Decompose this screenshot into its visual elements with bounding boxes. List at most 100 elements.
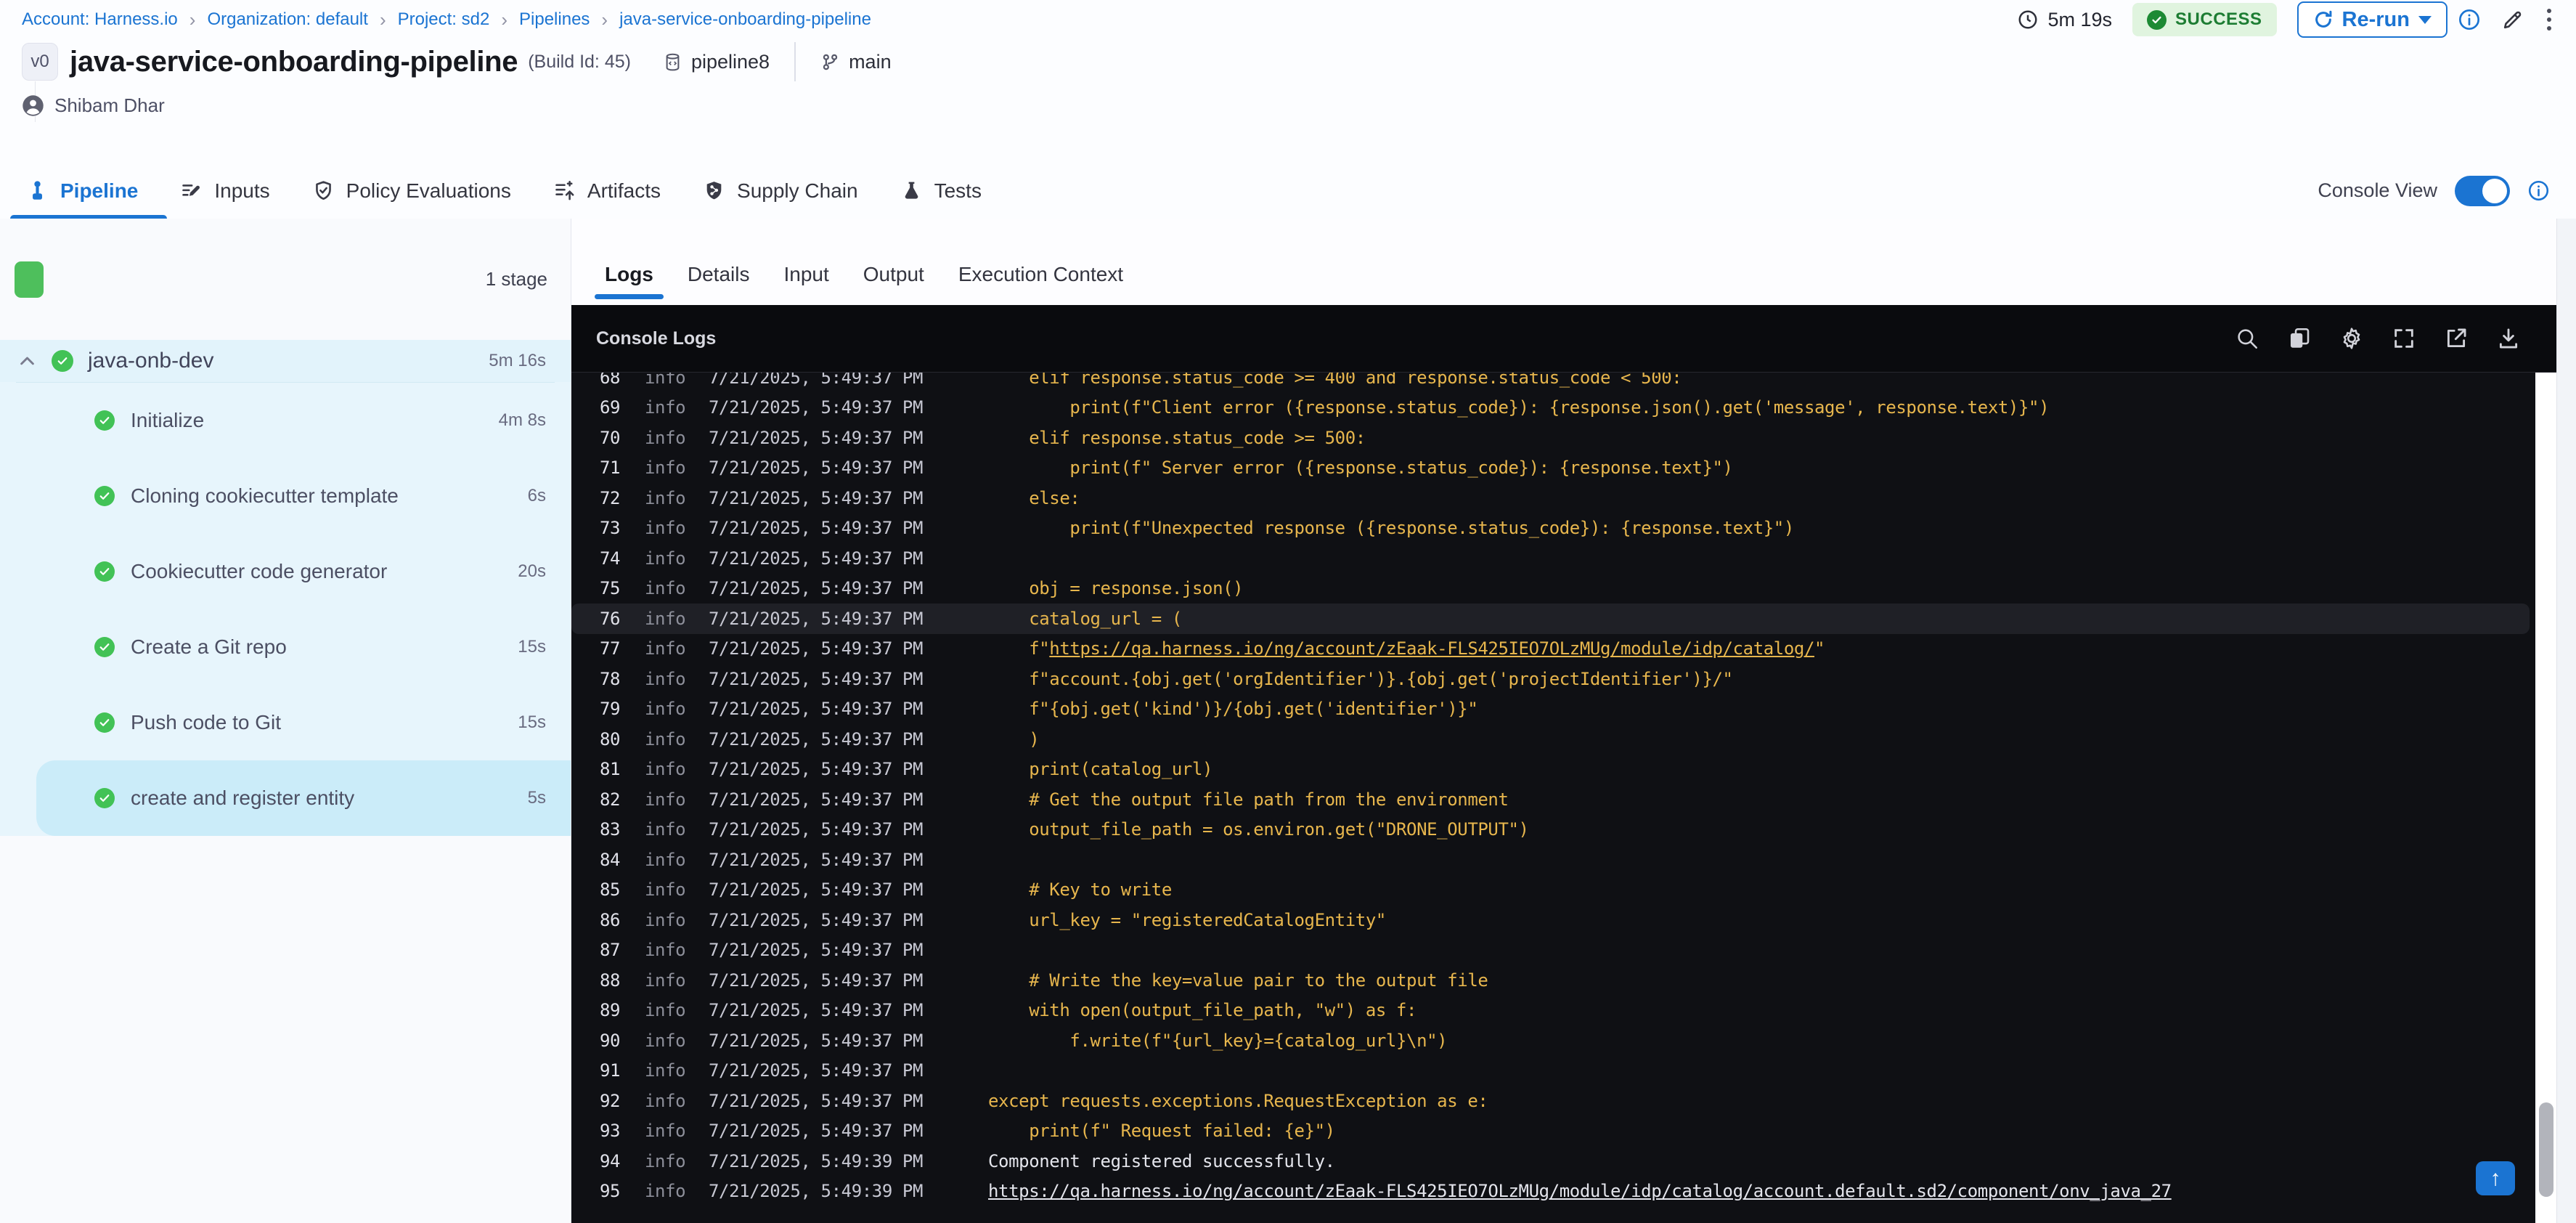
breadcrumb-link-pipelines[interactable]: Pipelines <box>519 9 590 30</box>
tab-supply-chain[interactable]: Supply Chain <box>703 163 858 219</box>
log-tab-details[interactable]: Details <box>688 263 750 305</box>
log-link[interactable]: https://qa.harness.io/ng/account/zEaak-F… <box>1049 638 1814 659</box>
tab-label: Inputs <box>214 179 270 202</box>
log-line-number: 76 <box>600 608 621 629</box>
log-text: ) <box>988 729 1039 749</box>
log-line: 75 info 7/21/2025, 5:49:37 PM obj = respon… <box>571 574 2530 604</box>
re-run-button[interactable]: Re-run <box>2296 1 2447 38</box>
step-duration: 15s <box>518 637 546 657</box>
log-line: 79 info 7/21/2025, 5:49:37 PM f"{obj.get('… <box>571 694 2530 725</box>
version-badge: v0 <box>22 43 58 81</box>
scroll-to-top-button[interactable]: ↑ <box>2476 1161 2515 1195</box>
title-row: v0 java-service-onboarding-pipeline (Bui… <box>22 38 892 86</box>
scrollbar-thumb[interactable] <box>2539 1102 2553 1197</box>
success-icon <box>94 561 115 582</box>
step-name: Initialize <box>131 409 205 431</box>
artifacts-icon <box>553 179 576 202</box>
log-text-segment: " <box>1814 638 1825 659</box>
tests-icon <box>900 179 923 202</box>
console-view-toggle[interactable] <box>2455 175 2510 206</box>
stage-name: java-onb-dev <box>88 349 214 373</box>
log-line-number: 72 <box>600 487 621 508</box>
more-options-icon[interactable] <box>2544 6 2554 33</box>
page-scrollbar[interactable] <box>2556 219 2576 1223</box>
log-timestamp: 7/21/2025, 5:49:37 PM <box>709 1030 924 1051</box>
branch-ref[interactable]: main <box>820 51 892 73</box>
step-item-create-a-git-repo[interactable]: Create a Git repo 15s <box>0 609 571 685</box>
step-duration: 6s <box>527 486 546 505</box>
log-line-number: 75 <box>600 578 621 599</box>
step-name: Cloning cookiecutter template <box>131 484 399 507</box>
chevron-up-icon[interactable] <box>17 352 37 371</box>
pipeline-ref[interactable]: pipeline8 <box>663 51 770 73</box>
info-icon[interactable] <box>2458 8 2481 31</box>
log-text: catalog_url = ( <box>988 609 1182 629</box>
stage-status-square <box>15 261 44 298</box>
log-text: print(f" Request failed: {e}") <box>988 1121 1335 1141</box>
log-level: info <box>645 373 686 388</box>
log-timestamp: 7/21/2025, 5:49:37 PM <box>709 668 924 689</box>
log-timestamp: 7/21/2025, 5:49:37 PM <box>709 819 924 840</box>
log-link[interactable]: https://qa.harness.io/ng/account/zEaak-F… <box>988 1181 2172 1201</box>
step-item-create-and-register-entity[interactable]: create and register entity 5s <box>36 760 571 836</box>
step-name: create and register entity <box>131 787 355 809</box>
settings-icon[interactable] <box>2339 326 2364 351</box>
step-item-initialize[interactable]: Initialize 4m 8s <box>0 383 571 458</box>
step-duration: 4m 8s <box>498 410 546 430</box>
console-logs-header: Console Logs <box>571 305 2557 373</box>
info-icon[interactable] <box>2527 179 2550 202</box>
console-view-label: Console View <box>2318 179 2437 201</box>
stage-duration: 5m 16s <box>489 351 546 370</box>
log-timestamp: 7/21/2025, 5:49:37 PM <box>709 608 924 629</box>
tab-pipeline[interactable]: Pipeline <box>9 163 168 220</box>
copy-icon[interactable] <box>2287 326 2312 351</box>
tab-policy-evaluations[interactable]: Policy Evaluations <box>312 163 511 219</box>
log-line: 76 info 7/21/2025, 5:49:37 PM catalog_url … <box>571 604 2530 634</box>
search-icon[interactable] <box>2235 326 2259 351</box>
tab-artifacts[interactable]: Artifacts <box>553 163 661 219</box>
log-timestamp: 7/21/2025, 5:49:37 PM <box>709 548 924 569</box>
tab-label: Supply Chain <box>737 179 858 202</box>
log-text: print(f"Unexpected response ({response.s… <box>988 518 1794 538</box>
log-text: print(catalog_url) <box>988 759 1212 779</box>
open-in-new-icon[interactable] <box>2444 326 2469 351</box>
step-details-panel: Logs Details Input Output Execution Context … <box>571 219 2557 1223</box>
author-name: Shibam Dhar <box>54 94 165 116</box>
log-level: info <box>645 728 686 749</box>
log-tab-output[interactable]: Output <box>863 263 924 305</box>
breadcrumb-link-java-service-onboarding-pipeline[interactable]: java-service-onboarding-pipeline <box>619 9 871 30</box>
log-level: info <box>645 1090 686 1111</box>
step-item-cloning-cookiecutter-template[interactable]: Cloning cookiecutter template 6s <box>0 458 571 534</box>
log-line-number: 92 <box>600 1090 621 1111</box>
log-level: info <box>645 940 686 961</box>
download-icon[interactable] <box>2496 326 2521 351</box>
breadcrumb: Account: Harness.io › Organization: defaul… <box>22 9 871 31</box>
log-timestamp: 7/21/2025, 5:49:37 PM <box>709 427 924 448</box>
tab-tests[interactable]: Tests <box>900 163 982 219</box>
log-line: 77 info 7/21/2025, 5:49:37 PM f"https://qa… <box>571 634 2530 665</box>
breadcrumb-link-project-sd2[interactable]: Project: sd2 <box>398 9 490 30</box>
step-item-cookiecutter-code-generator[interactable]: Cookiecutter code generator 20s <box>0 534 571 609</box>
log-tab-input[interactable]: Input <box>783 263 828 305</box>
stage-row-java-onb-dev[interactable]: java-onb-dev 5m 16s <box>0 340 571 382</box>
status-badge: SUCCESS <box>2132 3 2277 36</box>
step-item-push-code-to-git[interactable]: Push code to Git 15s <box>0 685 571 760</box>
tab-inputs[interactable]: Inputs <box>180 163 270 219</box>
log-timestamp: 7/21/2025, 5:49:39 PM <box>709 1150 924 1171</box>
edit-icon[interactable] <box>2501 9 2524 31</box>
log-tab-execution-context[interactable]: Execution Context <box>958 263 1123 305</box>
log-line: 82 info 7/21/2025, 5:49:37 PM # Get the ou… <box>571 784 2530 815</box>
log-line: 93 info 7/21/2025, 5:49:37 PM print(f" Req… <box>571 1116 2530 1147</box>
log-timestamp: 7/21/2025, 5:49:37 PM <box>709 940 924 961</box>
breadcrumb-link-account-harness-io[interactable]: Account: Harness.io <box>22 9 178 30</box>
breadcrumb-link-organization-default[interactable]: Organization: default <box>207 9 367 30</box>
console-view-control: Console View <box>2318 175 2550 206</box>
breadcrumb-separator-icon: › <box>189 8 196 31</box>
log-tab-logs[interactable]: Logs <box>595 263 664 305</box>
avatar <box>22 94 44 117</box>
fullscreen-icon[interactable] <box>2392 326 2416 351</box>
log-text-segment: Component registered successfully. <box>988 1150 1335 1171</box>
log-line: 92 info 7/21/2025, 5:49:37 PM except reques… <box>571 1086 2530 1116</box>
log-text-segment: print(f" Server error ({response.status_… <box>988 458 1733 479</box>
log-text-segment: f" <box>988 638 1050 659</box>
